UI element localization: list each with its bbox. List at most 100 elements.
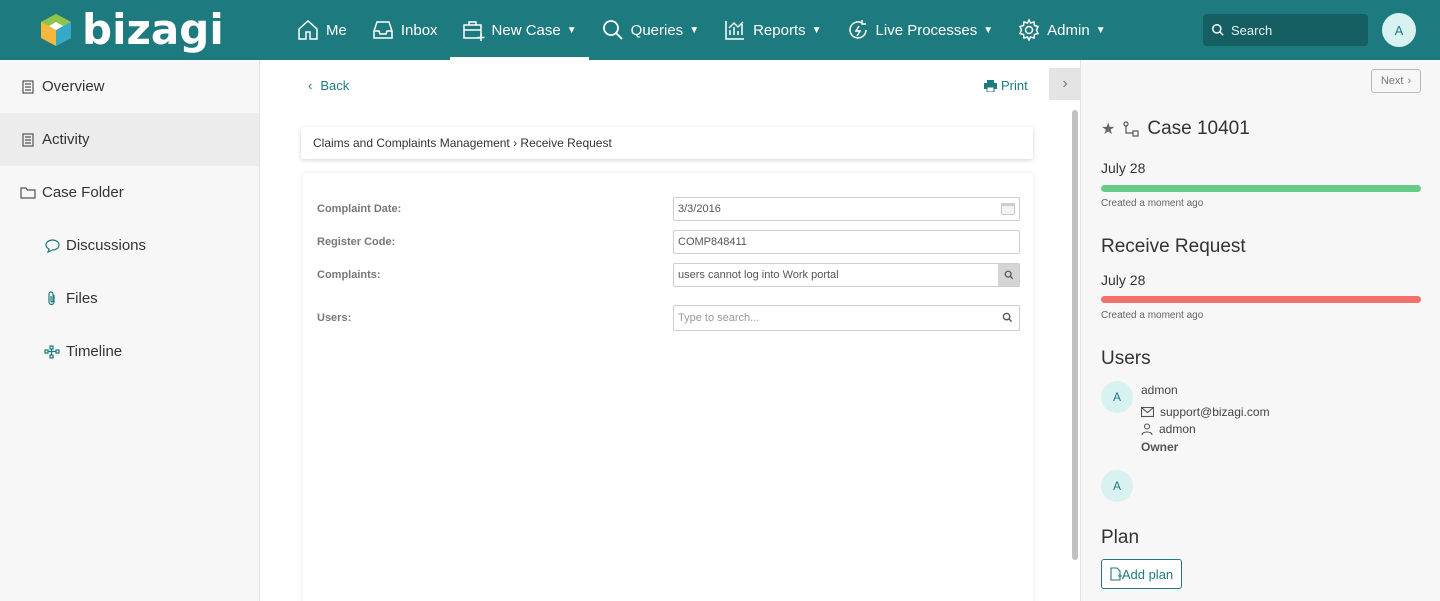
reports-icon bbox=[725, 21, 745, 40]
print-button[interactable]: Print bbox=[984, 78, 1028, 93]
complaints-value: users cannot log into Work portal bbox=[678, 269, 839, 281]
sidebar-item-label: Case Folder bbox=[42, 184, 124, 201]
users-search-input[interactable]: Type to search... bbox=[673, 305, 1020, 331]
complaints-label: Complaints: bbox=[317, 269, 381, 281]
case-progress-bar bbox=[1101, 185, 1421, 192]
case-sidebar: Overview Activity Case Folder Discussion… bbox=[0, 60, 260, 601]
paperclip-icon bbox=[44, 291, 60, 307]
complaints-field[interactable]: users cannot log into Work portal bbox=[673, 263, 1020, 287]
search-icon bbox=[602, 20, 623, 40]
search-placeholder: Search bbox=[1231, 22, 1273, 38]
chevron-down-icon: ▼ bbox=[983, 24, 994, 36]
add-plan-label: Add plan bbox=[1121, 566, 1174, 582]
top-navigation-bar: bizagi Me Inbox New Case ▼ Queries ▼ Rep… bbox=[0, 0, 1440, 60]
plan-heading: Plan bbox=[1101, 527, 1140, 548]
activity-form: Complaint Date: 3/3/2016 Register Code: … bbox=[303, 173, 1033, 601]
sidebar-item-label: Files bbox=[66, 290, 98, 307]
register-code-label: Register Code: bbox=[317, 236, 396, 248]
search-icon bbox=[1212, 24, 1224, 36]
user-email: support@bizagi.com bbox=[1160, 405, 1270, 419]
case-title: ★ Case 10401 bbox=[1101, 118, 1250, 140]
scrollbar[interactable] bbox=[1072, 110, 1078, 560]
chevron-down-icon: ▼ bbox=[1095, 24, 1106, 36]
main-content: ‹ Back Print › Claims and Complaints Man… bbox=[260, 60, 1081, 601]
chevron-left-icon: ‹ bbox=[308, 78, 313, 93]
activity-created-text: Created a moment ago bbox=[1101, 310, 1204, 321]
back-link[interactable]: ‹ Back bbox=[308, 78, 349, 93]
nav-me[interactable]: Me bbox=[284, 0, 359, 60]
user-name: admon bbox=[1141, 383, 1178, 397]
chevron-right-icon: › bbox=[1407, 75, 1412, 87]
next-label: Next bbox=[1380, 75, 1404, 87]
timeline-icon bbox=[44, 344, 60, 360]
add-plan-button[interactable]: Add plan bbox=[1101, 559, 1182, 589]
chat-icon bbox=[44, 238, 60, 254]
inbox-icon bbox=[373, 21, 393, 39]
nav-live-processes[interactable]: Live Processes ▼ bbox=[834, 0, 1006, 60]
sidebar-item-label: Timeline bbox=[66, 343, 123, 360]
document-icon bbox=[20, 79, 36, 95]
nav-inbox[interactable]: Inbox bbox=[359, 0, 450, 60]
sidebar-item-label: Discussions bbox=[66, 237, 147, 254]
nav-live-processes-label: Live Processes bbox=[875, 21, 978, 39]
collapse-panel-button[interactable]: › bbox=[1049, 68, 1081, 100]
document-icon bbox=[20, 132, 36, 148]
users-placeholder: Type to search... bbox=[678, 312, 760, 324]
sidebar-item-timeline[interactable]: Timeline bbox=[0, 325, 259, 378]
nav-admin[interactable]: Admin ▼ bbox=[1005, 0, 1117, 60]
case-date: July 28 bbox=[1101, 160, 1146, 176]
user-avatar[interactable]: A bbox=[1101, 470, 1133, 502]
sidebar-item-activity[interactable]: Activity bbox=[0, 113, 259, 166]
register-code-value: COMP848411 bbox=[678, 236, 747, 248]
home-icon bbox=[298, 19, 318, 40]
live-processes-icon bbox=[848, 20, 867, 39]
sidebar-item-discussions[interactable]: Discussions bbox=[0, 219, 259, 272]
user-role: Owner bbox=[1141, 440, 1179, 454]
nav-reports[interactable]: Reports ▼ bbox=[711, 0, 833, 60]
nav-admin-label: Admin bbox=[1047, 21, 1090, 39]
activity-progress-bar bbox=[1101, 296, 1421, 303]
nav-new-case[interactable]: New Case ▼ bbox=[449, 0, 589, 60]
user-email-row: support@bizagi.com bbox=[1141, 405, 1270, 419]
nav-queries[interactable]: Queries ▼ bbox=[589, 0, 711, 60]
user-username: admon bbox=[1159, 422, 1196, 436]
sidebar-item-label: Overview bbox=[42, 78, 105, 95]
logo-text: bizagi bbox=[82, 5, 224, 54]
complaint-date-field[interactable]: 3/3/2016 bbox=[673, 197, 1020, 221]
complaint-date-label: Complaint Date: bbox=[317, 203, 402, 215]
users-heading: Users bbox=[1101, 348, 1151, 369]
add-document-icon bbox=[1110, 567, 1122, 581]
user-avatar[interactable]: A bbox=[1382, 13, 1416, 47]
mail-icon bbox=[1141, 407, 1154, 417]
sidebar-item-case-folder[interactable]: Case Folder bbox=[0, 166, 259, 219]
case-summary-panel: Next › ★ Case 10401 July 28 Created a mo… bbox=[1080, 60, 1440, 601]
global-search-input[interactable]: Search bbox=[1203, 14, 1368, 46]
sidebar-item-overview[interactable]: Overview bbox=[0, 60, 259, 113]
complaints-search-button[interactable] bbox=[998, 264, 1019, 286]
bizagi-logo[interactable]: bizagi bbox=[38, 6, 224, 54]
print-label: Print bbox=[1001, 78, 1028, 93]
breadcrumb: Claims and Complaints Management › Recei… bbox=[301, 127, 1033, 159]
register-code-field[interactable]: COMP848411 bbox=[673, 230, 1020, 254]
nav-queries-label: Queries bbox=[630, 21, 684, 39]
nav-me-label: Me bbox=[326, 21, 347, 39]
nav-inbox-label: Inbox bbox=[400, 21, 438, 39]
main-nav: Me Inbox New Case ▼ Queries ▼ Reports ▼ … bbox=[284, 0, 1118, 60]
calendar-icon[interactable] bbox=[1001, 203, 1015, 215]
sidebar-item-files[interactable]: Files bbox=[0, 272, 259, 325]
gear-icon bbox=[1019, 18, 1040, 42]
back-label: Back bbox=[320, 78, 350, 93]
next-button[interactable]: Next › bbox=[1371, 69, 1421, 93]
user-avatar[interactable]: A bbox=[1101, 381, 1133, 413]
chevron-right-icon: › bbox=[1062, 75, 1068, 92]
case-number: Case 10401 bbox=[1147, 118, 1250, 139]
printer-icon bbox=[984, 79, 997, 92]
folder-icon bbox=[20, 185, 36, 201]
user-username-row: admon bbox=[1141, 422, 1196, 436]
process-icon bbox=[1123, 121, 1139, 137]
chevron-down-icon: ▼ bbox=[811, 24, 822, 36]
star-icon[interactable]: ★ bbox=[1101, 119, 1115, 139]
user-icon bbox=[1141, 423, 1153, 435]
chevron-down-icon: ▼ bbox=[689, 24, 700, 36]
activity-title: Receive Request bbox=[1101, 236, 1246, 257]
